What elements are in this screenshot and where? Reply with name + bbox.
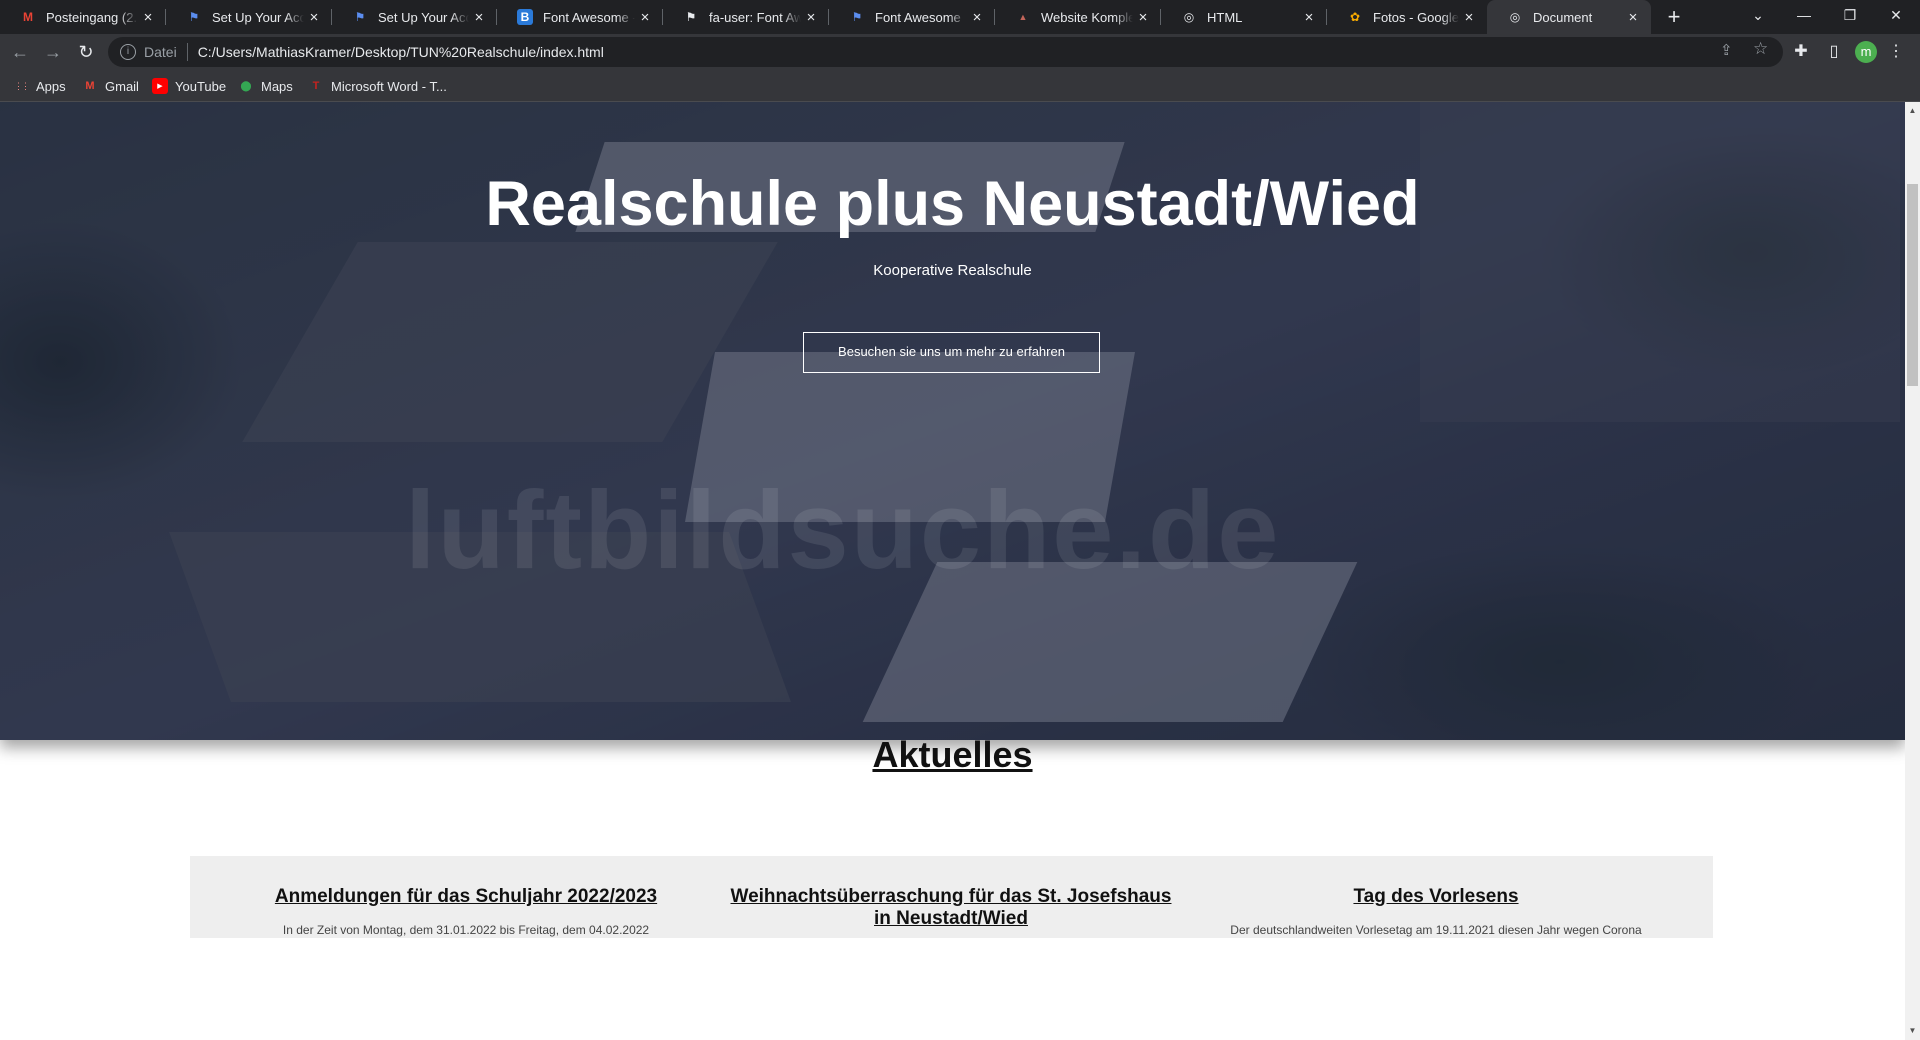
news-heading[interactable]: Anmeldungen für das Schuljahr 2022/2023 (236, 886, 696, 908)
tab-font-awesome-bootstrap[interactable]: B Font Awesome - Bootstrap × (497, 0, 663, 34)
hero-title: Realschule plus Neustadt/Wied (485, 169, 1420, 239)
tab-title: HTML (1207, 9, 1243, 25)
news-heading[interactable]: Weihnachtsüberraschung für das St. Josef… (721, 886, 1181, 930)
word-doc-icon: T (312, 80, 320, 92)
address-bar[interactable]: i Datei C:/Users/MathiasKramer/Desktop/T… (108, 37, 1783, 67)
scroll-up-arrow-icon[interactable]: ▲ (1905, 104, 1920, 118)
close-tab-icon[interactable]: × (1459, 9, 1479, 26)
url-text[interactable]: C:/Users/MathiasKramer/Desktop/TUN%20Rea… (198, 44, 604, 60)
flag-icon: ⚑ (851, 10, 863, 24)
news-excerpt: Der deutschlandweiten Vorlesetag am 19.1… (1230, 923, 1642, 937)
scrollbar-thumb[interactable] (1907, 184, 1918, 386)
close-tab-icon[interactable]: × (304, 9, 324, 26)
url-scheme-label: Datei (144, 44, 177, 60)
tab-strip: M Posteingang (2.786) × ⚑ Set Up Your Ac… (0, 0, 1920, 34)
news-heading[interactable]: Tag des Vorlesens (1206, 886, 1666, 908)
tab-document-active[interactable]: ◎ Document × (1487, 0, 1651, 34)
bookmarks-bar: ⋮⋮ Apps M Gmail ▶ YouTube ⬤ Maps T Micro… (0, 70, 1920, 102)
photo-watermark: luftbildsuche.de (405, 469, 1281, 592)
page-viewport: luftbildsuche.de Realschule plus Neustad… (0, 102, 1905, 1040)
tab-title: Website Komplex (1041, 9, 1133, 25)
site-icon: ▲ (1018, 12, 1028, 22)
hero-banner: luftbildsuche.de Realschule plus Neustad… (0, 102, 1905, 740)
tab-title: Set Up Your Account (378, 9, 469, 25)
bookmark-youtube[interactable]: ▶ YouTube (152, 70, 226, 102)
flag-icon: ⚑ (354, 10, 366, 24)
tab-title: Font Awesome - Bootstrap (543, 9, 635, 25)
tab-fa-user[interactable]: ⚑ fa-user: Font Awesome × (663, 0, 829, 34)
side-panel-icon[interactable]: ▯ (1822, 40, 1846, 64)
tab-font-awesome[interactable]: ⚑ Font Awesome × (829, 0, 995, 34)
browser-chrome: M Posteingang (2.786) × ⚑ Set Up Your Ac… (0, 0, 1920, 102)
news-excerpt: In der Zeit von Montag, dem 31.01.2022 b… (282, 923, 650, 937)
new-tab-button[interactable]: + (1660, 4, 1688, 30)
close-window-button[interactable]: ✕ (1873, 0, 1919, 30)
share-icon[interactable]: ⇪ (1720, 41, 1733, 59)
youtube-icon: ▶ (152, 78, 168, 94)
tab-html[interactable]: ◎ HTML × (1161, 0, 1327, 34)
learn-more-button[interactable]: Besuchen sie uns um mehr zu erfahren (803, 332, 1100, 373)
bookmark-label: Gmail (105, 78, 139, 94)
news-item[interactable]: Tag des Vorlesens Der deutschlandweiten … (1206, 886, 1666, 938)
bookmark-label: Microsoft Word - T... (331, 78, 447, 94)
tab-title: fa-user: Font Awesome (709, 9, 801, 25)
profile-avatar[interactable]: m (1855, 41, 1877, 63)
forward-button[interactable]: → (39, 38, 67, 66)
photos-icon: ✿ (1349, 10, 1361, 24)
tab-search-icon[interactable]: ⌄ (1735, 0, 1781, 30)
tab-setup-account-2[interactable]: ⚑ Set Up Your Account × (332, 0, 497, 34)
tab-title: Posteingang (2.786) (46, 9, 138, 25)
close-tab-icon[interactable]: × (1299, 9, 1319, 26)
flag-icon: ⚑ (188, 10, 200, 24)
news-panel: Anmeldungen für das Schuljahr 2022/2023 … (190, 856, 1713, 938)
bookmark-label: Apps (36, 78, 66, 94)
close-tab-icon[interactable]: × (635, 9, 655, 26)
maps-pin-icon: ⬤ (240, 80, 252, 92)
bookmark-maps[interactable]: ⬤ Maps (238, 70, 293, 102)
close-tab-icon[interactable]: × (138, 9, 158, 26)
gmail-icon: M (85, 80, 95, 92)
browser-toolbar: ← → ↻ i Datei C:/Users/MathiasKramer/Des… (0, 34, 1920, 70)
close-tab-icon[interactable]: × (967, 9, 987, 26)
back-button[interactable]: ← (6, 38, 34, 66)
news-section-title: Aktuelles (872, 734, 1033, 775)
bootstrap-icon: B (517, 9, 533, 25)
tab-website-komplex[interactable]: ▲ Website Komplex × (995, 0, 1161, 34)
bookmark-star-icon[interactable]: ☆ (1753, 39, 1768, 59)
menu-kebab-icon[interactable]: ⋮ (1884, 40, 1908, 64)
site-info-icon[interactable]: i (120, 44, 136, 60)
tab-gmail[interactable]: M Posteingang (2.786) × (0, 0, 166, 34)
extensions-puzzle-icon[interactable]: ✚ (1789, 40, 1813, 64)
tab-title: Document (1533, 9, 1593, 25)
hero-subtitle: Kooperative Realschule (873, 262, 1032, 279)
tab-title: Set Up Your Account (212, 9, 304, 25)
restore-button[interactable]: ❐ (1827, 0, 1873, 30)
globe-icon: ◎ (1509, 10, 1521, 24)
tab-title: Font Awesome (875, 9, 961, 25)
flag-icon: ⚑ (685, 10, 697, 24)
tab-title: Fotos - Google Fotos (1373, 9, 1459, 25)
tab-setup-account-1[interactable]: ⚑ Set Up Your Account × (166, 0, 332, 34)
reload-button[interactable]: ↻ (72, 38, 100, 66)
bookmark-gmail[interactable]: M Gmail (82, 70, 139, 102)
close-tab-icon[interactable]: × (801, 9, 821, 26)
bookmark-apps[interactable]: ⋮⋮ Apps (13, 70, 66, 102)
bookmark-label: YouTube (175, 78, 227, 94)
bookmark-word-doc[interactable]: T Microsoft Word - T... (308, 70, 447, 102)
bookmark-label: Maps (261, 78, 293, 94)
tab-google-fotos[interactable]: ✿ Fotos - Google Fotos × (1327, 0, 1487, 34)
news-item[interactable]: Anmeldungen für das Schuljahr 2022/2023 … (236, 886, 696, 938)
minimize-button[interactable]: — (1781, 0, 1827, 30)
close-tab-icon[interactable]: × (469, 9, 489, 26)
news-item[interactable]: Weihnachtsüberraschung für das St. Josef… (721, 886, 1181, 944)
globe-icon: ◎ (1183, 10, 1195, 24)
scroll-down-arrow-icon[interactable]: ▼ (1905, 1024, 1920, 1038)
apps-grid-icon: ⋮⋮ (14, 80, 30, 91)
gmail-icon: M (23, 10, 33, 24)
divider (186, 43, 188, 61)
close-tab-icon[interactable]: × (1133, 9, 1153, 26)
close-tab-icon[interactable]: × (1623, 9, 1643, 26)
